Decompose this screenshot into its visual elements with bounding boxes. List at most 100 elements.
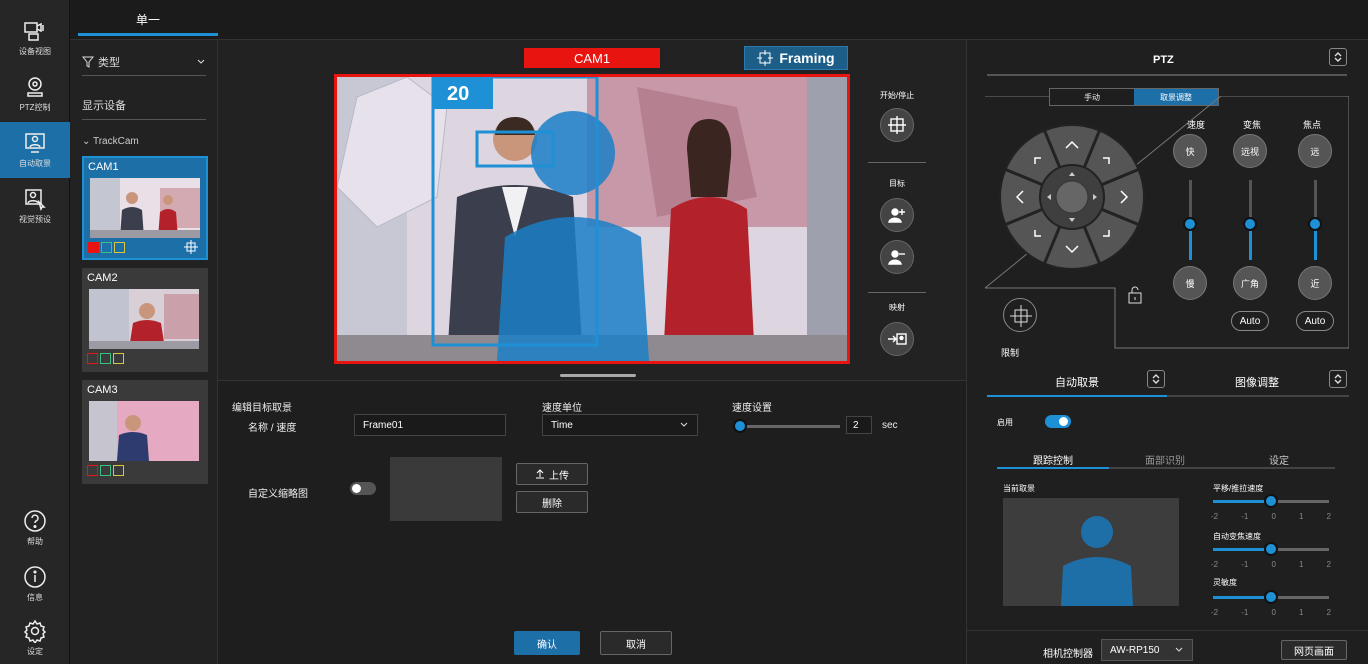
framing-icon [757,50,774,66]
image-adjust-collapse[interactable] [1329,370,1347,388]
focus-near-button[interactable]: 近 [1298,266,1332,300]
remove-target-button[interactable] [880,240,914,274]
current-framing-preview [1003,498,1179,606]
controller-select[interactable]: AW-RP150 [1101,639,1193,661]
add-target-button[interactable] [880,198,914,232]
camera-name-banner: CAM1 [524,48,660,68]
pan-tilt-speed-slider[interactable] [1213,494,1329,508]
rail-auto-framing[interactable]: 自动取景 [0,122,70,178]
speed-slider[interactable] [1183,180,1197,260]
upload-button[interactable]: 上传 [516,463,588,485]
speed-slider-knob[interactable] [1183,217,1197,231]
ptz-panel: PTZ 手动 取景调整 限制 速度 变焦 焦点 快 远视 远 慢 广角 近 Au… [966,40,1368,664]
speed-slow-button[interactable]: 慢 [1173,266,1207,300]
chevron-down-icon [680,422,688,427]
camera-card-cam2[interactable]: CAM2 [82,268,208,372]
camera-list-panel: 类型 显示设备 ⌄ TrackCam CAM1 CAM2 CAM3 [70,40,218,664]
pan-tilt-speed-knob[interactable] [1264,494,1278,508]
tick-row: -2 -1 0 1 2 [1211,512,1331,521]
rail-settings[interactable]: 设定 [0,610,70,664]
tally-green-indicator [100,465,111,476]
camera-card-cam3[interactable]: CAM3 [82,380,208,484]
live-view-panel: CAM1 Framing 20 开始/停止 目标 映射 [218,40,966,380]
zoom-wide-button[interactable]: 广角 [1233,266,1267,300]
zoom-auto-button[interactable]: Auto [1231,311,1269,331]
focus-slider[interactable] [1308,180,1322,260]
rail-device-view[interactable]: 设备视图 [0,10,70,66]
limit-label: 限制 [1001,348,1020,358]
filter-icon [82,56,94,68]
framing-controls: 开始/停止 目标 映射 [860,80,934,370]
zoom-slider-knob[interactable] [1243,217,1257,231]
zoom-slider[interactable] [1243,180,1257,260]
rail-info[interactable]: 信息 [0,556,70,612]
limit-button[interactable] [1003,298,1037,332]
upload-icon [536,469,544,479]
speed-unit-select[interactable]: Time [542,414,698,436]
chevron-updown-icon [1334,374,1342,384]
sensitivity-knob[interactable] [1264,590,1278,604]
sensitivity-label: 灵敏度 [1213,578,1237,587]
target-number: 20 [447,83,470,105]
start-stop-button[interactable] [880,108,914,142]
add-person-icon [888,208,905,223]
camera-card-cam1[interactable]: CAM1 [82,156,208,260]
sensitivity-slider[interactable] [1213,590,1329,604]
tally-red-indicator [88,242,99,253]
speed-slider-knob[interactable] [733,419,747,433]
pan-tilt-speed-label: 平移/推拉速度 [1213,484,1264,493]
enable-toggle[interactable] [1045,415,1071,428]
rail-visual-preset[interactable]: 视觉预设 [0,178,70,234]
visual-preset-icon [25,189,46,211]
framing-button[interactable]: Framing [744,46,848,70]
divider [868,292,926,293]
type-filter-dropdown[interactable]: 类型 [82,48,206,76]
subtab-face[interactable]: 面部识别 [1145,452,1185,467]
resize-handle[interactable] [560,374,636,377]
chevron-updown-icon [1152,374,1160,384]
rail-help[interactable]: 帮助 [0,500,70,556]
speed-slider[interactable] [733,419,840,433]
lock-icon[interactable] [1127,286,1143,304]
divider [868,162,926,163]
tick-row: -2 -1 0 1 2 [1211,560,1331,569]
web-page-button[interactable]: 网页画面 [1281,640,1347,660]
tab-single[interactable]: 单一 [78,6,218,36]
focus-slider-knob[interactable] [1308,217,1322,231]
group-trackcam[interactable]: ⌄ TrackCam [82,136,139,147]
speed-fast-button[interactable]: 快 [1173,134,1207,168]
mapping-label: 映射 [889,303,905,312]
subtab-settings[interactable]: 设定 [1269,452,1289,467]
focus-auto-button[interactable]: Auto [1296,311,1334,331]
tally-yellow-indicator [114,242,125,253]
mapping-icon [888,333,907,345]
custom-thumbnail-toggle[interactable] [350,482,376,495]
ok-button[interactable]: 确认 [514,631,580,655]
auto-framing-icon [25,133,45,153]
live-video[interactable]: 20 [334,74,850,364]
pan-tilt-joystick[interactable] [997,122,1147,272]
auto-zoom-speed-knob[interactable] [1264,542,1278,556]
device-view-icon [24,22,44,41]
auto-zoom-speed-slider[interactable] [1213,542,1329,556]
ptz-collapse-button[interactable] [1329,48,1347,66]
tab-auto-framing[interactable]: 自动取景 [1055,374,1099,390]
rail-ptz-control[interactable]: PTZ控制 [0,66,70,122]
speed-unit-label: 速度单位 [542,403,582,414]
cancel-button[interactable]: 取消 [600,631,672,655]
tally-yellow-indicator [113,353,124,364]
target-label: 目标 [889,179,905,188]
edit-title: 编辑目标取景 [232,403,292,414]
zoom-tele-button[interactable]: 远视 [1233,134,1267,168]
frame-name-input[interactable]: Frame01 [354,414,506,436]
help-icon [24,510,46,532]
delete-button[interactable]: 删除 [516,491,588,513]
subtab-tracking[interactable]: 跟踪控制 [1033,452,1073,467]
limit-icon [1010,305,1032,327]
focus-far-button[interactable]: 远 [1298,134,1332,168]
mapping-button[interactable] [880,322,914,356]
speed-value-input[interactable]: 2 [846,416,872,434]
tab-image-adjust[interactable]: 图像调整 [1235,374,1279,390]
tick-row: -2 -1 0 1 2 [1211,608,1331,617]
auto-framing-collapse[interactable] [1147,370,1165,388]
